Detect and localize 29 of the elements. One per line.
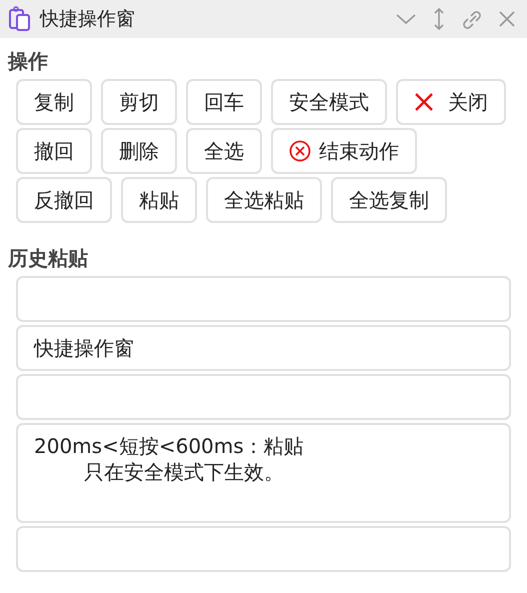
action-button[interactable]: 全选 (186, 128, 262, 174)
action-button[interactable]: 复制 (16, 79, 92, 125)
action-button[interactable]: 剪切 (101, 79, 177, 125)
section-heading: 历史粘贴 (6, 245, 89, 272)
close-icon (414, 92, 434, 112)
history-entry[interactable]: 快捷操作窗 (16, 325, 511, 371)
action-button[interactable]: 安全模式 (271, 79, 387, 125)
cancel-icon (289, 140, 311, 162)
section-heading: 操作 (6, 48, 49, 75)
entry-text: 只在安全模式下生效。 (83, 459, 285, 485)
action-button[interactable]: 全选复制 (331, 177, 447, 223)
link-button[interactable] (461, 8, 483, 30)
clipboard-icon (8, 6, 32, 32)
empty-entry[interactable] (16, 374, 511, 420)
close-button[interactable] (497, 9, 517, 29)
window-title: 快捷操作窗 (40, 7, 136, 32)
entry-text: 200ms<短按<600ms：粘贴 (34, 433, 305, 459)
entry-text: 快捷操作窗 (34, 335, 135, 361)
action-button[interactable]: 删除 (101, 128, 177, 174)
action-button[interactable]: 全选粘贴 (206, 177, 322, 223)
action-button[interactable]: 回车 (186, 79, 262, 125)
action-button[interactable]: 结束动作 (271, 128, 417, 174)
empty-entry[interactable] (16, 526, 511, 572)
action-button[interactable]: 撤回 (16, 128, 92, 174)
action-button[interactable]: 关闭 (396, 79, 506, 125)
action-button[interactable]: 反撤回 (16, 177, 112, 223)
history-entry[interactable]: 200ms<短按<600ms：粘贴 只在安全模式下生效。 (16, 423, 511, 523)
action-button[interactable]: 粘贴 (121, 177, 197, 223)
empty-entry[interactable] (16, 276, 511, 322)
